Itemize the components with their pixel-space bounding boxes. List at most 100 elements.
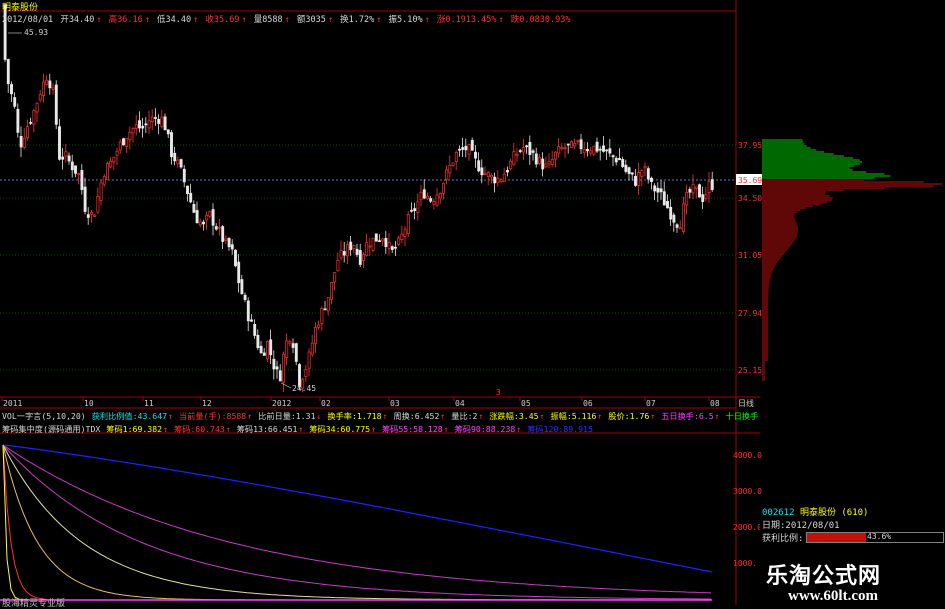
candle-body [480,167,484,176]
date-axis-label: 03 [390,399,400,408]
quote-extra: 跌0.0830.93% [510,15,571,25]
candle-body [694,186,698,189]
quote-open: 开34.40 [60,15,95,25]
candle-body [605,149,609,152]
candle-body [688,188,692,193]
candle-body [64,151,68,157]
candle-body [157,118,161,124]
candle-body [106,163,109,181]
date-axis-label: 10 [84,399,94,408]
candle-body [682,203,685,233]
candle-body [541,158,545,170]
panel-profit-label: 获利比例: [762,534,804,544]
current-vol-label: 当前量(手):8588 [178,411,247,421]
candle-body [96,196,100,213]
candle-body [74,165,77,174]
candle-body [333,272,337,283]
candle-body [435,194,439,206]
date-axis-label: 08 [710,399,720,408]
candle-body [390,246,394,250]
panel-code-suffix: (610) [841,508,869,518]
price-axis-label: 37.95 [738,141,762,150]
candle-body [618,158,621,161]
candle-body [288,341,292,344]
candle-body [630,172,634,175]
candle-body [22,137,26,148]
candle-body [557,146,561,154]
candle-body [403,228,407,237]
candle-body [336,260,340,272]
chip2-curve [2,444,711,601]
candle-body [109,160,113,168]
chip13-curve [2,444,711,601]
candle-body [627,167,631,174]
candle-body [189,192,193,203]
candle-body [445,169,449,180]
candle-body [467,144,471,155]
candle-body [438,193,442,199]
price-axis-label: 27.94 [738,309,762,318]
candle-body [570,141,573,148]
turnover-rate: 换手率:1.718 [327,411,382,421]
candle-body [48,80,52,89]
candle-body [83,186,87,212]
candle-body [141,125,145,129]
candle-body [522,147,525,153]
candle-body [573,142,577,147]
candle-body [246,300,250,322]
candle-body [358,250,362,265]
candle-body [531,150,535,153]
candle-body [538,156,541,164]
candle-body [362,254,365,261]
candle-body [483,173,487,176]
candle-body [637,172,641,186]
candle-body [384,238,388,247]
candle-body [262,352,266,356]
candle-body [368,245,372,248]
candle-body [394,246,397,249]
candle-body [499,179,503,182]
candle-body [710,179,714,190]
candle-body [464,145,468,151]
candle-body [621,159,625,167]
candle-body [192,204,196,213]
indicator1-legend: VOL一字言(5,10,20) 获利比例值:43.647↑ 当前量(手):858… [2,411,759,421]
candle-body [685,192,689,206]
candle-body [10,84,13,95]
candle-body [86,214,90,218]
candle-body [221,226,225,242]
candle-body [186,185,189,195]
candle-body [378,240,381,242]
candle-body [58,126,61,160]
candle-body [493,176,497,184]
watermark-site-name: 乐淘公式网 [766,563,882,588]
candle-body [42,81,45,96]
quote-date: 2012/08/01 [2,15,54,25]
candle-body [314,326,317,345]
indicator2-name[interactable]: 筹码集中度(源码通用)TDX [2,424,100,434]
candle-body [294,343,298,362]
candle-body [666,200,669,209]
indicator1-name[interactable]: VOL一字言(5,10,20) [2,411,86,421]
candle-body [99,182,103,201]
candle-body [678,227,682,230]
candle-body [330,282,333,300]
candle-body [374,233,378,242]
candle-body [429,198,433,202]
candle-body [80,170,84,191]
chip1-value: 筹码1:69.382 [106,424,163,434]
candle-body [323,308,327,311]
candle-body [176,159,180,165]
candle-body [45,79,49,85]
candle-body [634,175,637,186]
candle-body [547,161,551,165]
candle-body [195,210,199,224]
candle-body [198,221,202,226]
candle-body [320,308,324,324]
software-label: 股海精灵专业版 [2,599,66,609]
candle-body [461,147,465,150]
candle-body [51,87,55,90]
candle-body [646,168,650,180]
candle-body [202,221,205,225]
candle-body [339,250,343,259]
